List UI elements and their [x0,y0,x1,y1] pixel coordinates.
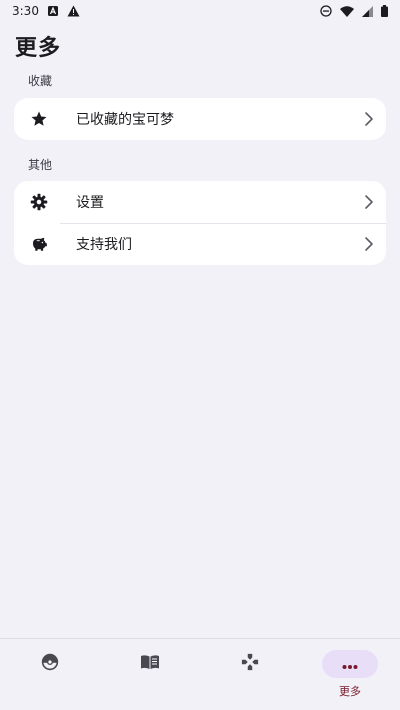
status-time: 3:30 [12,4,39,18]
do-not-disturb-icon [320,5,332,17]
chevron-right-icon [364,236,374,252]
status-bar: 3:30 [0,0,400,22]
other-card: 设置 支持我们 [14,181,386,265]
nav-pill [222,650,278,678]
nav-pill [22,650,78,678]
nav-item-pokedex[interactable] [0,639,100,710]
nav-pill-active [322,650,378,678]
settings-label: 设置 [76,195,104,211]
wifi-icon [340,5,354,17]
section-header-other: 其他 [28,158,53,172]
piggy-bank-icon [30,235,48,253]
warning-icon [67,5,80,17]
page-title: 更多 [15,36,62,61]
nav-item-more[interactable]: 更多 [300,639,400,710]
status-right [320,5,388,17]
nav-item-games[interactable] [200,639,300,710]
more-dots-icon [342,655,358,674]
pokeball-icon [41,653,59,675]
favorites-card: 已收藏的宝可梦 [14,98,386,140]
gamepad-icon [241,653,259,675]
nav-label-more: 更多 [339,685,361,698]
support-us-label: 支持我们 [76,237,132,253]
support-us-row[interactable]: 支持我们 [14,223,386,265]
section-header-favorites: 收藏 [28,74,53,88]
bottom-navigation: 更多 [0,638,400,710]
favorite-pokemon-label: 已收藏的宝可梦 [76,112,174,128]
star-icon [30,110,48,128]
chevron-right-icon [364,111,374,127]
row-divider [60,223,386,224]
font-a-icon [47,5,59,17]
favorite-pokemon-row[interactable]: 已收藏的宝可梦 [14,98,386,140]
nav-item-guide[interactable] [100,639,200,710]
signal-icon [362,5,373,17]
gear-icon [30,193,48,211]
chevron-right-icon [364,194,374,210]
status-left: 3:30 [12,4,80,18]
nav-pill [122,650,178,678]
book-icon [140,654,160,674]
settings-row[interactable]: 设置 [14,181,386,223]
battery-icon [381,5,388,17]
